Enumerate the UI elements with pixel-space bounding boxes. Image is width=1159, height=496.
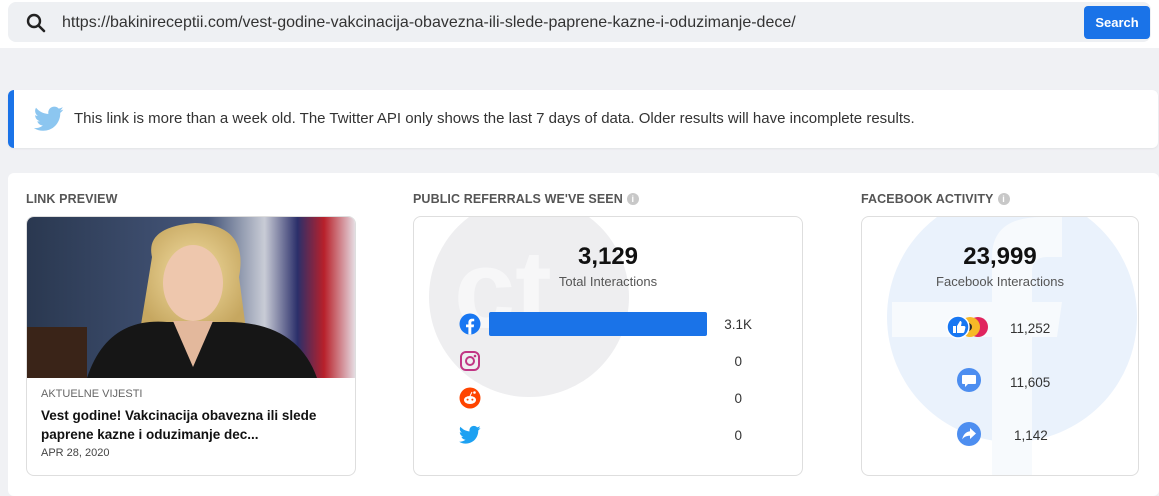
facebook-activity-title: FACEBOOK ACTIVITY i	[861, 192, 1010, 206]
article-category: AKTUELNE VIJESTI	[41, 388, 143, 400]
comments-value: 11,605	[1010, 375, 1051, 390]
article-date: APR 28, 2020	[41, 447, 110, 459]
facebook-icon	[459, 313, 481, 335]
facebook-referral-bar	[489, 312, 707, 336]
link-preview-title: LINK PREVIEW	[26, 192, 118, 206]
link-preview-card[interactable]: AKTUELNE VIJESTI Vest godine! Vakcinacij…	[26, 216, 356, 476]
twitter-referral-value: 0	[734, 428, 742, 443]
notice-text: This link is more than a week old. The T…	[74, 110, 915, 127]
reddit-icon	[459, 387, 481, 409]
facebook-interactions-label: Facebook Interactions	[936, 274, 1064, 289]
reddit-referral-value: 0	[734, 391, 742, 406]
share-icon	[957, 422, 981, 446]
public-referrals-card: ct 3,129 Total Interactions 3.1K 0 0 0	[413, 216, 803, 476]
info-icon[interactable]: i	[997, 193, 1010, 205]
total-interactions-value: 3,129	[577, 243, 639, 270]
public-referrals-title: PUBLIC REFERRALS WE'VE SEEN i	[413, 192, 639, 206]
comment-icon	[957, 368, 981, 392]
search-button[interactable]: Search	[1084, 6, 1150, 39]
twitter-age-notice: This link is more than a week old. The T…	[8, 90, 1158, 148]
instagram-referral-value: 0	[734, 354, 742, 369]
top-bar: Search	[0, 0, 1159, 48]
url-search-input[interactable]	[62, 10, 1062, 36]
facebook-activity-card: 23,999 Facebook Interactions 11,252 11,6…	[861, 216, 1139, 476]
shares-value: 1,142	[1014, 428, 1048, 443]
search-icon	[26, 13, 46, 33]
article-title[interactable]: Vest godine! Vakcinacija obavezna ili sl…	[41, 406, 341, 444]
total-interactions-label: Total Interactions	[558, 274, 658, 289]
twitter-icon	[34, 106, 64, 131]
facebook-activity-title-text: FACEBOOK ACTIVITY	[861, 192, 994, 206]
reactions-value: 11,252	[1010, 321, 1051, 336]
instagram-icon	[460, 351, 480, 371]
facebook-referral-value: 3.1K	[724, 317, 752, 332]
twitter-icon	[459, 425, 481, 444]
public-referrals-title-text: PUBLIC REFERRALS WE'VE SEEN	[413, 192, 623, 206]
article-photo	[27, 217, 355, 378]
reactions-icon	[946, 315, 988, 339]
search-box: Search	[8, 2, 1151, 42]
info-icon[interactable]: i	[626, 193, 639, 205]
facebook-interactions-value: 23,999	[963, 243, 1037, 270]
